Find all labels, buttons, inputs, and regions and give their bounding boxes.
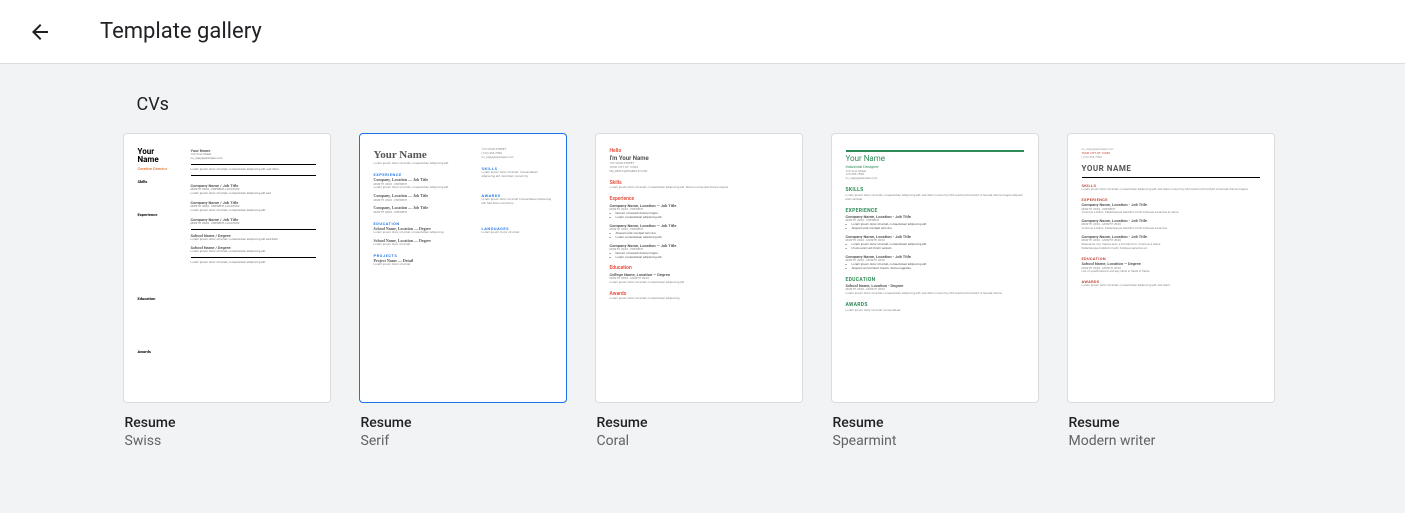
template-thumbnail: Your Name Creative Director Skills Exper… (123, 133, 331, 403)
template-title: Resume (831, 415, 1039, 431)
thumb-name: YOUR NAME (1082, 164, 1260, 174)
thumb-name: Your Name (846, 154, 1024, 164)
thumb-name: I'm Your Name (610, 155, 788, 163)
page-title: Template gallery (100, 19, 262, 44)
template-card-spearmint[interactable]: Your Name Industrial Designer 123 Your S… (831, 133, 1039, 449)
template-thumbnail: no_reply@example.com YOUR CITY, ST 12345… (1067, 133, 1275, 403)
section-title: CVs (123, 94, 1283, 115)
thumb-name: Name (138, 156, 183, 164)
template-title: Resume (359, 415, 567, 431)
thumb-label: Awards (138, 349, 183, 354)
template-title: Resume (123, 415, 331, 431)
header-bar: Template gallery (0, 0, 1405, 64)
template-subtitle: Coral (595, 433, 803, 449)
template-card-swiss[interactable]: Your Name Creative Director Skills Exper… (123, 133, 331, 449)
template-card-serif[interactable]: Your Name Lorem ipsum dolor sit amet, co… (359, 133, 567, 449)
template-subtitle: Spearmint (831, 433, 1039, 449)
template-subtitle: Serif (359, 433, 567, 449)
content-area: CVs Your Name Creative Director Skills E… (0, 64, 1405, 513)
template-card-coral[interactable]: Hello I'm Your Name 123 YOUR STREET YOUR… (595, 133, 803, 449)
template-row: Your Name Creative Director Skills Exper… (123, 133, 1283, 449)
thumb-name: Your Name (374, 148, 472, 162)
template-subtitle: Modern writer (1067, 433, 1275, 449)
template-subtitle: Swiss (123, 433, 331, 449)
arrow-left-icon (28, 20, 52, 44)
template-card-modern-writer[interactable]: no_reply@example.com YOUR CITY, ST 12345… (1067, 133, 1275, 449)
template-thumbnail: Hello I'm Your Name 123 YOUR STREET YOUR… (595, 133, 803, 403)
template-title: Resume (595, 415, 803, 431)
template-thumbnail: Your Name Lorem ipsum dolor sit amet, co… (359, 133, 567, 403)
thumb-role: Creative Director (138, 166, 183, 171)
back-button[interactable] (20, 12, 60, 52)
template-title: Resume (1067, 415, 1275, 431)
template-thumbnail: Your Name Industrial Designer 123 Your S… (831, 133, 1039, 403)
